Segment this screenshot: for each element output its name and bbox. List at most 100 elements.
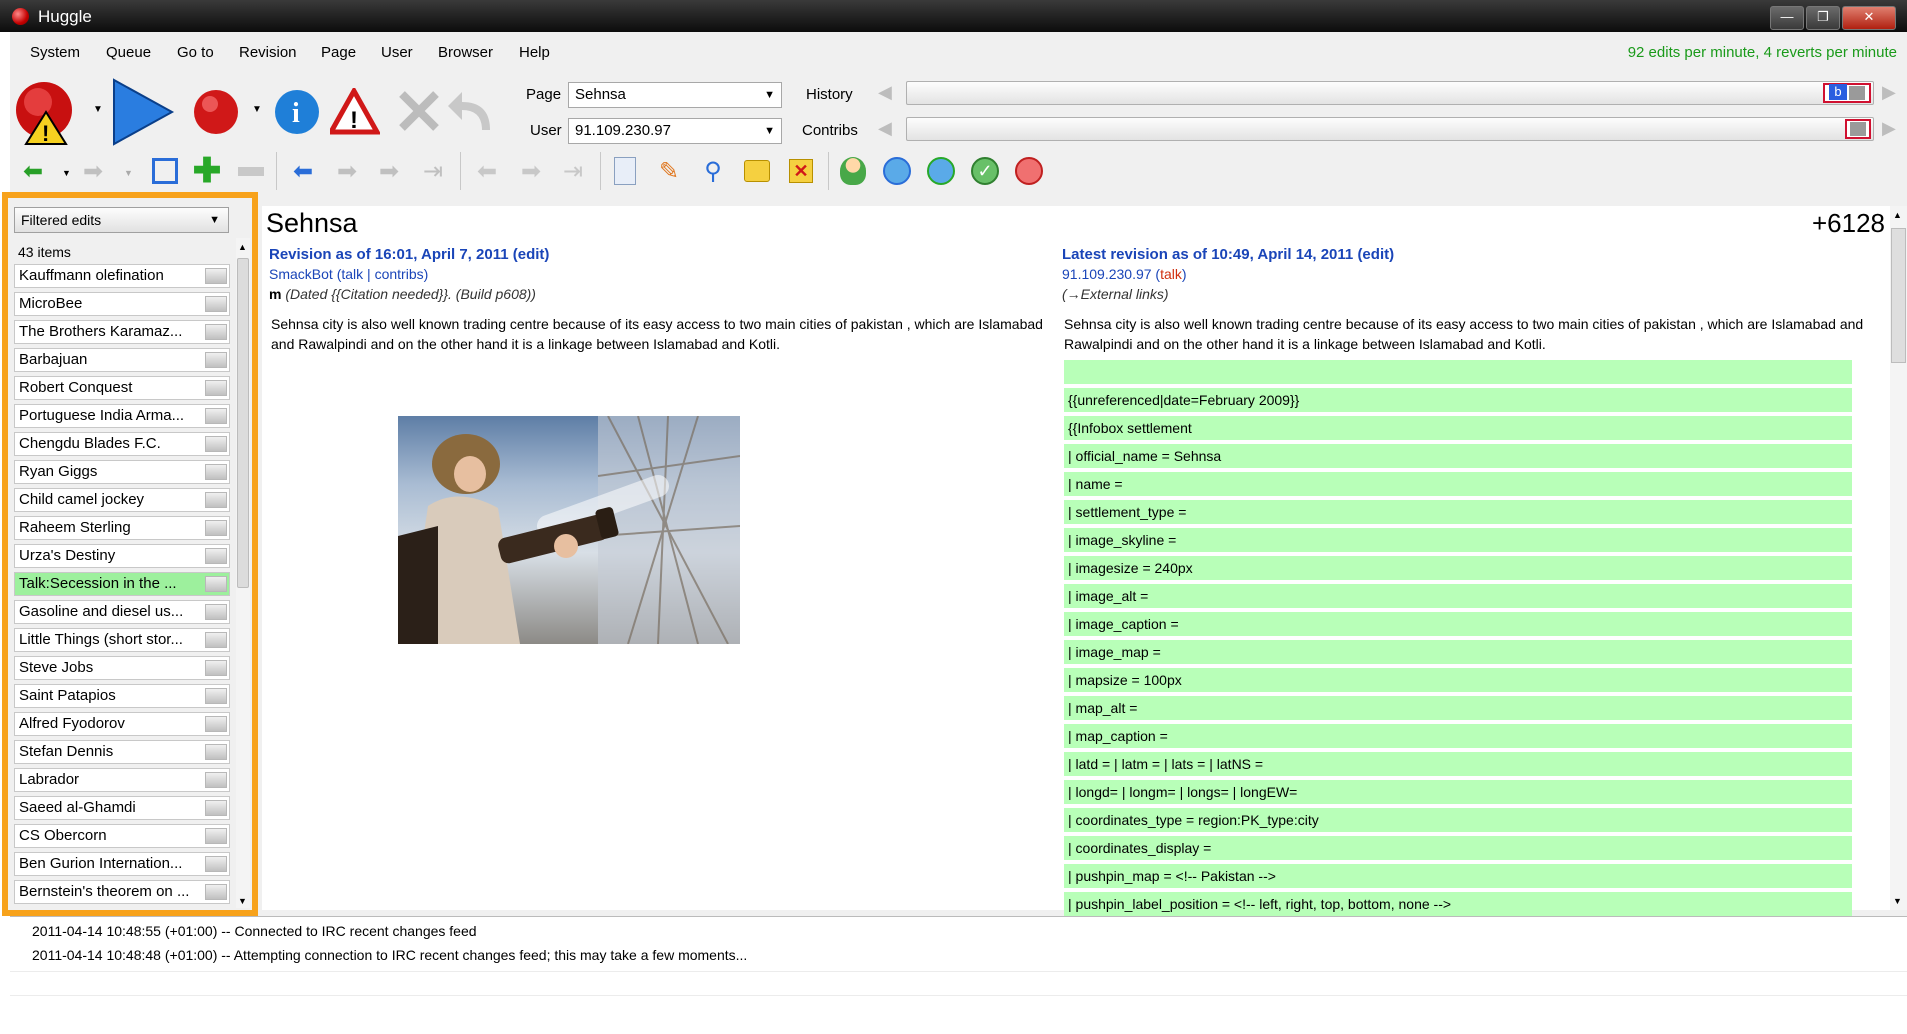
edit-size-icon [205, 408, 227, 424]
search-icon[interactable]: ⚲ [696, 154, 730, 188]
page-select[interactable]: Sehnsa ▼ [568, 82, 782, 108]
left-contribs-link[interactable]: contribs [375, 266, 424, 282]
minimize-icon[interactable]: — [1770, 6, 1804, 30]
queue-item[interactable]: Labrador [14, 768, 230, 792]
diff-scroll-thumb[interactable] [1891, 228, 1906, 363]
left-edit-link[interactable]: (edit) [513, 246, 550, 263]
queue-item-label: Kauffmann olefination [19, 267, 164, 284]
queue-item[interactable]: Bernstein's theorem on ... [14, 880, 230, 904]
left-user-link[interactable]: SmackBot [269, 266, 333, 282]
queue-item[interactable]: Saint Patapios [14, 684, 230, 708]
queue-scroll-thumb[interactable] [237, 258, 249, 588]
history-current-marker[interactable]: b [1823, 83, 1871, 103]
contribs-back-icon[interactable]: ◀ [878, 118, 892, 139]
edit-pencil-icon[interactable]: ✎ [652, 154, 686, 188]
menu-queue[interactable]: Queue [106, 44, 151, 61]
edit-size-icon [205, 772, 227, 788]
next-contrib-icon: ➡ [520, 157, 542, 185]
user-report-icon[interactable] [1012, 154, 1046, 188]
maximize-icon[interactable]: ❐ [1806, 6, 1840, 30]
info-icon[interactable]: i [273, 88, 323, 138]
queue-item[interactable]: Stefan Dennis [14, 740, 230, 764]
queue-item[interactable]: Talk:Secession in the ... [14, 572, 230, 596]
history-marker-b: b [1829, 84, 1847, 100]
history-forward-icon[interactable]: ▶ [1882, 82, 1896, 103]
edit-size-icon [205, 604, 227, 620]
menu-user[interactable]: User [381, 44, 413, 61]
next-edit-icon[interactable] [110, 76, 176, 148]
log-line: 2011-04-14 10:48:55 (+01:00) -- Connecte… [32, 923, 477, 939]
queue-item[interactable]: Alfred Fyodorov [14, 712, 230, 736]
warning-icon[interactable]: ! [330, 88, 380, 136]
queue-item[interactable]: Gasoline and diesel us... [14, 600, 230, 624]
scroll-down-icon[interactable]: ▼ [1893, 896, 1902, 906]
delete-icon [399, 91, 439, 131]
history-back-icon[interactable]: ◀ [878, 82, 892, 103]
queue-item[interactable]: Steve Jobs [14, 656, 230, 680]
select-region-icon[interactable] [148, 154, 182, 188]
menu-page[interactable]: Page [321, 44, 356, 61]
scroll-down-icon[interactable]: ▼ [238, 896, 247, 906]
minor-edit-flag: m [269, 286, 282, 302]
queue-item[interactable]: MicroBee [14, 292, 230, 316]
remove-icon [234, 154, 268, 188]
user-whitelist-icon[interactable]: ✓ [968, 154, 1002, 188]
queue-item[interactable]: Kauffmann olefination [14, 264, 230, 288]
prev-diff-icon[interactable]: ⬅ [286, 154, 320, 188]
contribs-current-marker[interactable] [1845, 119, 1871, 139]
queue-item[interactable]: CS Obercorn [14, 824, 230, 848]
user-talk-icon[interactable] [880, 154, 914, 188]
revert-warn-icon[interactable]: ! [14, 78, 84, 146]
contribs-strip[interactable] [906, 117, 1874, 141]
queue-item[interactable]: Little Things (short stor... [14, 628, 230, 652]
edit-size-icon [205, 828, 227, 844]
queue-item[interactable]: Urza's Destiny [14, 544, 230, 568]
page-history-icon[interactable] [608, 154, 642, 188]
right-paragraph: Sehnsa city is also well known trading c… [1064, 316, 1864, 352]
close-icon[interactable]: ✕ [1842, 6, 1896, 30]
queue-item[interactable]: Portuguese India Arma... [14, 404, 230, 428]
add-icon[interactable]: ✚ [190, 152, 224, 190]
queue-item[interactable]: Ryan Giggs [14, 460, 230, 484]
added-line: | latd = | latm = | lats = | latNS = [1064, 752, 1852, 776]
scroll-up-icon[interactable]: ▲ [238, 242, 247, 252]
right-user-link[interactable]: 91.109.230.97 [1062, 266, 1152, 282]
toolbar-separator [460, 152, 461, 190]
tag-note-icon[interactable] [740, 154, 774, 188]
back-icon[interactable]: ⬅ [16, 154, 50, 188]
history-label: History [806, 86, 853, 103]
user-select-value: 91.109.230.97 [575, 122, 671, 139]
revert-warn-dropdown-icon[interactable]: ▼ [93, 104, 103, 115]
user-icon[interactable] [836, 154, 870, 188]
delete-page-icon[interactable]: ✕ [784, 154, 818, 188]
queue-item[interactable]: Child camel jockey [14, 488, 230, 512]
queue-item[interactable]: Raheem Sterling [14, 516, 230, 540]
menu-revision[interactable]: Revision [239, 44, 297, 61]
left-talk-link[interactable]: talk [341, 266, 363, 282]
added-line: {{unreferenced|date=February 2009}} [1064, 388, 1852, 412]
user-select[interactable]: 91.109.230.97 ▼ [568, 118, 782, 144]
queue-item[interactable]: Barbajuan [14, 348, 230, 372]
edit-size-icon [205, 716, 227, 732]
added-line: | map_alt = [1064, 696, 1852, 720]
revert-dropdown-icon[interactable]: ▼ [252, 104, 262, 115]
contribs-forward-icon[interactable]: ▶ [1882, 118, 1896, 139]
history-strip[interactable]: b [906, 81, 1874, 105]
right-edit-link[interactable]: (edit) [1357, 246, 1394, 263]
menu-goto[interactable]: Go to [177, 44, 214, 61]
queue-item[interactable]: Robert Conquest [14, 376, 230, 400]
queue-item[interactable]: Ben Gurion Internation... [14, 852, 230, 876]
queue-item[interactable]: Saeed al-Ghamdi [14, 796, 230, 820]
queue-filter-select[interactable]: Filtered edits ▼ [14, 207, 229, 233]
back-dropdown-icon[interactable]: ▼ [62, 168, 71, 178]
right-talk-link[interactable]: talk [1160, 266, 1182, 282]
user-add-icon[interactable] [924, 154, 958, 188]
scroll-up-icon[interactable]: ▲ [1893, 210, 1902, 220]
queue-item[interactable]: Chengdu Blades F.C. [14, 432, 230, 456]
menu-browser[interactable]: Browser [438, 44, 493, 61]
menu-system[interactable]: System [30, 44, 80, 61]
revert-icon[interactable] [192, 88, 242, 138]
queue-item[interactable]: The Brothers Karamaz... [14, 320, 230, 344]
menu-help[interactable]: Help [519, 44, 550, 61]
title-bar: Huggle — ❐ ✕ [0, 0, 1907, 32]
